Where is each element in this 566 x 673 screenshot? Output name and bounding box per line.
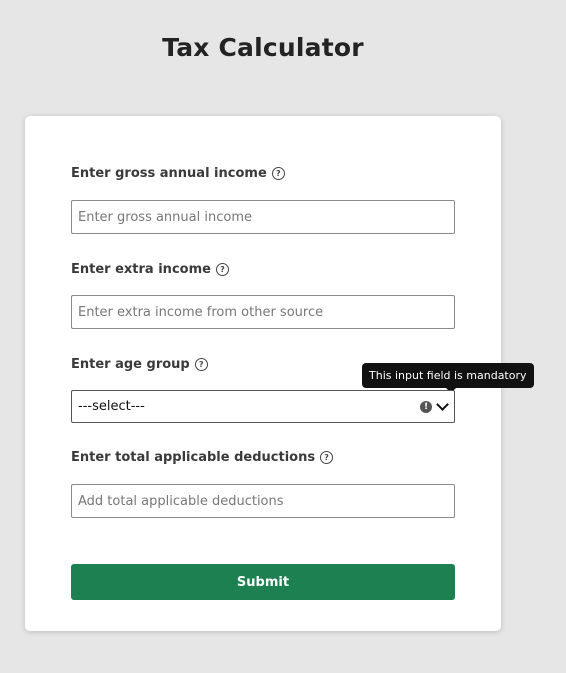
help-icon[interactable]: ?	[194, 358, 208, 371]
exclamation-circle-icon: !	[420, 400, 432, 413]
age-group-select[interactable]: ---select--- !	[71, 390, 455, 423]
age-group-label-text: Enter age group	[71, 357, 190, 372]
mandatory-tooltip: This input field is mandatory	[362, 363, 534, 393]
tax-form-card: Enter gross annual income ? Enter extra …	[25, 116, 534, 631]
chevron-down-icon	[436, 398, 449, 411]
age-group-label: Enter age group ?	[71, 357, 208, 372]
help-icon[interactable]: ?	[215, 263, 229, 276]
deductions-input[interactable]	[71, 484, 455, 518]
extra-income-input[interactable]	[71, 295, 455, 329]
extra-income-label: Enter extra income ?	[71, 262, 229, 277]
help-icon[interactable]: ?	[271, 167, 285, 180]
deductions-label: Enter total applicable deductions ?	[71, 450, 334, 465]
extra-income-label-text: Enter extra income	[71, 262, 211, 277]
gross-income-label-text: Enter gross annual income	[71, 166, 267, 181]
gross-income-input[interactable]	[71, 200, 455, 234]
page-title: Tax Calculator	[162, 33, 364, 62]
gross-income-label: Enter gross annual income ?	[71, 166, 285, 181]
age-group-selected-value: ---select---	[78, 399, 145, 414]
help-icon[interactable]: ?	[320, 451, 334, 464]
deductions-label-text: Enter total applicable deductions	[71, 450, 316, 465]
submit-button[interactable]: Submit	[71, 564, 455, 600]
